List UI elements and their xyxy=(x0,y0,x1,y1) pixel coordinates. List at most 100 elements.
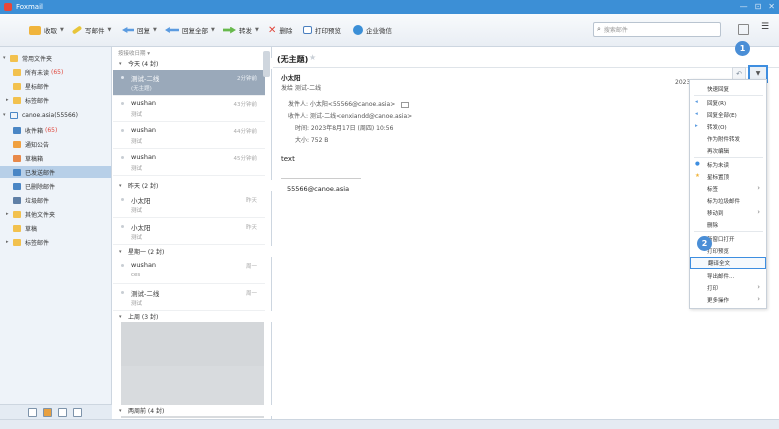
minimize-icon[interactable]: — xyxy=(740,2,748,11)
menu-quick-reply[interactable]: 快速回复 xyxy=(690,83,766,94)
message-row[interactable]: 小太阳 测试 昨天 xyxy=(113,219,265,245)
print-preview-icon xyxy=(303,26,312,34)
close-icon[interactable]: ✕ xyxy=(768,2,775,11)
folder-sent[interactable]: 已发送邮件 xyxy=(0,166,111,178)
folder-drafts[interactable]: 草稿箱 xyxy=(0,152,111,164)
sidebar-bottom-bar xyxy=(0,404,112,419)
sender-recipient: 发给 测试-二线 xyxy=(281,85,322,92)
folder-sidebar: ▾ 常用文件夹 所有未读 (65) 星标邮件 ▸ 标签邮件 ▾ canoe.asi… xyxy=(0,47,112,419)
menu-mark-unread[interactable]: ● 标为未读 xyxy=(690,159,766,170)
list-scrollbar[interactable] xyxy=(263,51,270,77)
read-dot-icon xyxy=(121,129,124,132)
draft-icon xyxy=(13,154,21,162)
reply-button[interactable]: 回复 ▼ xyxy=(122,23,157,37)
folder-all-unread[interactable]: 所有未读 (65) xyxy=(0,66,111,78)
foxmail-logo-icon xyxy=(4,3,12,11)
receive-button[interactable]: 收取 ▼ xyxy=(29,23,64,37)
maximize-icon[interactable]: ⊡ xyxy=(755,2,762,11)
menu-reply-all[interactable]: ◂ 回复全部(E) xyxy=(690,109,766,120)
folder-tagged2[interactable]: ▸ 标签邮件 xyxy=(0,236,111,248)
message-row[interactable]: wushan 测试 43分钟前 xyxy=(113,96,265,122)
message-row[interactable]: wushan ces 周一 xyxy=(113,258,265,284)
megaphone-icon xyxy=(13,140,21,148)
folder-notice[interactable]: 通知公告 xyxy=(0,138,111,150)
folder-icon xyxy=(13,224,21,232)
menu-mark-junk[interactable]: 标为垃圾邮件 xyxy=(690,195,766,206)
message-row[interactable]: wushan 测试 44分钟前 xyxy=(113,123,265,149)
folder-starred[interactable]: 星标邮件 xyxy=(0,80,111,92)
folder-icon xyxy=(13,68,21,76)
message-row[interactable]: wushan 测试 45分钟前 xyxy=(113,150,265,176)
group-last-week[interactable]: ▾ 上周 (3 封) xyxy=(113,311,272,322)
delete-x-icon: ✕ xyxy=(268,24,277,36)
sender-name[interactable]: 小太阳 xyxy=(281,72,301,82)
size-line: 大小: 752 B xyxy=(295,137,329,144)
menu-separator xyxy=(694,231,763,232)
folder-common[interactable]: ▾ 常用文件夹 xyxy=(0,52,111,64)
folder-tagged[interactable]: ▸ 标签邮件 xyxy=(0,94,111,106)
folder-junk[interactable]: 垃圾邮件 xyxy=(0,194,111,206)
menu-export[interactable]: 导出邮件... xyxy=(690,270,766,281)
mail-body: text xyxy=(281,155,295,163)
group-yesterday[interactable]: ▾ 昨天 (2 封) xyxy=(113,180,272,191)
menu-separator xyxy=(694,157,763,158)
compose-button[interactable]: 写邮件 ▼ xyxy=(71,23,111,37)
message-row[interactable]: 小太阳 测试 昨天 xyxy=(113,192,265,218)
menu-tag[interactable]: 标签 › xyxy=(690,183,766,194)
calendar-icon[interactable] xyxy=(58,408,67,417)
menu-print[interactable]: 打印 › xyxy=(690,282,766,293)
contacts-icon[interactable] xyxy=(43,408,52,417)
menu-more[interactable]: 更多操作 › xyxy=(690,294,766,305)
menu-icon[interactable]: ☰ xyxy=(761,22,772,33)
menu-forward-attachment[interactable]: 作为附件转发 xyxy=(690,133,766,144)
group-two-weeks[interactable]: ▾ 两周前 (4 封) xyxy=(113,405,272,416)
search-icon: ⌕ xyxy=(597,25,601,33)
sort-selector[interactable]: 按接收日期 ▾ xyxy=(118,49,150,57)
star-folder-icon xyxy=(13,82,21,90)
group-monday[interactable]: ▾ 星期一 (2 封) xyxy=(113,246,272,257)
message-row[interactable]: 测试-二线 测试 周一 xyxy=(113,285,265,311)
mail-view-icon[interactable] xyxy=(28,408,37,417)
step-badge-2: 2 xyxy=(697,236,712,251)
search-input[interactable]: ⌕ 搜索邮件 xyxy=(593,22,721,37)
menu-delete[interactable]: 删除 xyxy=(690,219,766,230)
mail-subject: (无主题) xyxy=(277,55,309,64)
message-row[interactable]: 测试-二线 (无主题) 2分钟前 xyxy=(113,70,265,96)
menu-reply[interactable]: ◂ 回复(R) xyxy=(690,97,766,108)
window-title: Foxmail xyxy=(16,3,43,11)
folder-drafts2[interactable]: 草稿 xyxy=(0,222,111,234)
window-controls: — ⊡ ✕ xyxy=(740,2,775,11)
notes-icon[interactable] xyxy=(73,408,82,417)
menu-forward[interactable]: ▸ 转发(O) xyxy=(690,121,766,132)
star-icon[interactable]: ★ xyxy=(309,53,316,62)
message-list: 按接收日期 ▾ ▾ 今天 (4 封) 测试-二线 (无主题) 2分钟前 wusha… xyxy=(113,47,272,419)
folder-icon xyxy=(13,96,21,104)
menu-reedit[interactable]: 再次编辑 xyxy=(690,145,766,156)
read-dot-icon xyxy=(121,102,124,105)
divider xyxy=(273,67,779,68)
folder-other[interactable]: ▸ 其他文件夹 xyxy=(0,208,111,220)
reply-all-button[interactable]: 回复全部 ▼ xyxy=(165,23,215,37)
menu-translate[interactable]: 翻译全文 xyxy=(690,257,766,269)
group-today[interactable]: ▾ 今天 (4 封) xyxy=(113,58,272,69)
folder-inbox[interactable]: 收件箱 (65) xyxy=(0,124,111,136)
enterprise-wechat-button[interactable]: 企业微信 xyxy=(353,23,392,37)
layout-toggle-icon[interactable] xyxy=(738,24,749,35)
account-node[interactable]: ▾ canoe.asia(55566) xyxy=(0,109,111,121)
forward-icon: ▸ xyxy=(695,123,698,129)
title-bar: Foxmail — ⊡ ✕ xyxy=(0,0,779,14)
forward-button[interactable]: 转发 ▼ xyxy=(223,23,259,37)
folder-deleted[interactable]: 已删除邮件 xyxy=(0,180,111,192)
print-preview-button[interactable]: 打印预览 xyxy=(303,23,341,37)
menu-star[interactable]: ★ 星标置顶 xyxy=(690,171,766,182)
to-line: 收件人: 测试-二线<enxiandd@canoe.asia> xyxy=(288,113,413,120)
time-line: 时间: 2023年8月17日 (周四) 10:56 xyxy=(295,125,394,132)
star-icon: ★ xyxy=(695,173,700,179)
mail-signature: 55566@canoe.asia xyxy=(287,185,350,193)
account-icon xyxy=(10,111,18,119)
menu-move-to[interactable]: 移动到 › xyxy=(690,207,766,218)
address-card-icon[interactable] xyxy=(401,101,410,108)
more-actions-menu: 快速回复 ◂ 回复(R) ◂ 回复全部(E) ▸ 转发(O) 作为附件转发 再次编辑 … xyxy=(689,79,767,309)
chevron-right-icon: › xyxy=(757,283,760,291)
delete-button[interactable]: ✕ 删除 xyxy=(268,23,292,37)
